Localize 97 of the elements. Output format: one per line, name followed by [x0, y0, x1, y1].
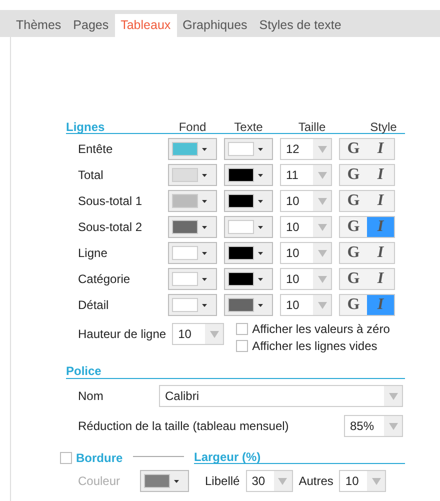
field-label: Hauteur de ligne: [78, 327, 166, 341]
bold-toggle[interactable]: G: [340, 269, 367, 289]
section-title: Bordure: [76, 452, 123, 464]
caret-icon: [258, 226, 263, 228]
caret-icon: [174, 480, 179, 482]
field-label: Libellé: [205, 474, 240, 488]
caret-icon: [202, 174, 207, 176]
size-dropdown[interactable]: 10: [280, 294, 332, 316]
field-label: Couleur: [78, 474, 122, 488]
caret-icon: [202, 148, 207, 150]
tab[interactable]: Graphiques: [176, 14, 254, 37]
font-dropdown[interactable]: Calibri: [159, 385, 403, 407]
bold-toggle[interactable]: G: [340, 217, 367, 237]
bold-toggle[interactable]: G: [340, 295, 367, 315]
others-width-dropdown[interactable]: 10: [339, 470, 386, 492]
column-header: Texte: [233, 121, 264, 133]
caret-icon: [258, 304, 263, 306]
checkbox-label: Afficher les valeurs à zéro: [252, 322, 390, 336]
caret-icon: [258, 252, 263, 254]
fill-color-picker[interactable]: [168, 190, 217, 212]
bold-toggle[interactable]: G: [340, 191, 367, 211]
section-title: Largeur (%): [194, 451, 261, 463]
text-color-picker[interactable]: [224, 294, 273, 316]
italic-toggle[interactable]: I: [367, 269, 394, 289]
dropdown-arrow-icon: [318, 172, 326, 178]
fill-color-picker[interactable]: [168, 294, 217, 316]
dropdown-arrow-icon: [210, 330, 219, 338]
size-dropdown[interactable]: 10: [280, 216, 332, 238]
fill-color-picker[interactable]: [168, 138, 217, 160]
section-title: Lignes: [66, 121, 106, 133]
italic-toggle[interactable]: I: [367, 191, 394, 211]
caret-icon: [258, 148, 263, 150]
tab[interactable]: Thèmes: [10, 14, 68, 37]
size-dropdown[interactable]: 12: [280, 138, 332, 160]
italic-toggle[interactable]: I: [367, 243, 394, 263]
dropdown-arrow-icon: [318, 198, 326, 204]
italic-toggle[interactable]: I: [367, 139, 394, 159]
text-color-picker[interactable]: [224, 216, 273, 238]
field-label: Nom: [78, 389, 104, 403]
section-title: Police: [66, 365, 102, 377]
fill-color-picker[interactable]: [168, 216, 217, 238]
border-color-picker[interactable]: [140, 470, 189, 492]
dropdown-arrow-icon: [318, 146, 326, 152]
caret-icon: [258, 174, 263, 176]
text-color-picker[interactable]: [224, 242, 273, 264]
bold-toggle[interactable]: G: [340, 243, 367, 263]
dropdown-arrow-icon: [388, 392, 398, 400]
bold-toggle[interactable]: G: [340, 139, 367, 159]
bold-toggle[interactable]: G: [340, 165, 367, 185]
label-width-dropdown[interactable]: 30: [246, 470, 293, 492]
checkbox[interactable]: [236, 323, 248, 335]
dropdown-arrow-icon: [388, 422, 398, 430]
checkbox[interactable]: [60, 452, 72, 464]
column-header: Taille: [297, 121, 327, 133]
fill-color-picker[interactable]: [168, 242, 217, 264]
text-color-picker[interactable]: [224, 164, 273, 186]
caret-icon: [202, 226, 207, 228]
size-dropdown[interactable]: 10: [280, 268, 332, 290]
dropdown-arrow-icon: [318, 250, 326, 256]
field-label: Autres: [298, 474, 334, 488]
dropdown-arrow-icon: [278, 478, 288, 484]
reduction-dropdown[interactable]: 85%: [344, 415, 403, 437]
text-color-picker[interactable]: [224, 138, 273, 160]
row-label: Entête: [78, 142, 114, 156]
fill-color-picker[interactable]: [168, 268, 217, 290]
size-dropdown[interactable]: 11: [280, 164, 332, 186]
size-dropdown[interactable]: 10: [280, 190, 332, 212]
caret-icon: [202, 304, 207, 306]
caret-icon: [258, 200, 263, 202]
field-label: Réduction de la taille (tableau mensuel): [78, 419, 290, 433]
text-color-picker[interactable]: [224, 190, 273, 212]
row-label: Catégorie: [78, 272, 132, 286]
dropdown-arrow-icon: [372, 478, 381, 484]
fill-color-picker[interactable]: [168, 164, 217, 186]
dropdown-arrow-icon: [318, 276, 326, 282]
checkbox[interactable]: [236, 340, 248, 352]
caret-icon: [202, 200, 207, 202]
row-height-dropdown[interactable]: 10: [172, 323, 224, 345]
text-color-picker[interactable]: [224, 268, 273, 290]
caret-icon: [258, 278, 263, 280]
row-label: Sous-total 2: [78, 220, 144, 234]
column-header: Fond: [178, 121, 208, 133]
row-label: Ligne: [78, 246, 108, 260]
row-label: Détail: [78, 298, 110, 312]
caret-icon: [202, 252, 207, 254]
tab[interactable]: Tableaux: [114, 14, 177, 37]
checkbox-label: Afficher les lignes vides: [252, 339, 378, 353]
row-label: Sous-total 1: [78, 194, 144, 208]
dropdown-arrow-icon: [318, 224, 326, 230]
row-label: Total: [78, 168, 104, 182]
column-header: Style: [369, 121, 398, 133]
dropdown-arrow-icon: [318, 302, 326, 308]
caret-icon: [202, 278, 207, 280]
italic-toggle[interactable]: I: [367, 165, 394, 185]
tab[interactable]: Pages: [67, 14, 115, 37]
tab[interactable]: Styles de texte: [253, 14, 348, 37]
size-dropdown[interactable]: 10: [280, 242, 332, 264]
